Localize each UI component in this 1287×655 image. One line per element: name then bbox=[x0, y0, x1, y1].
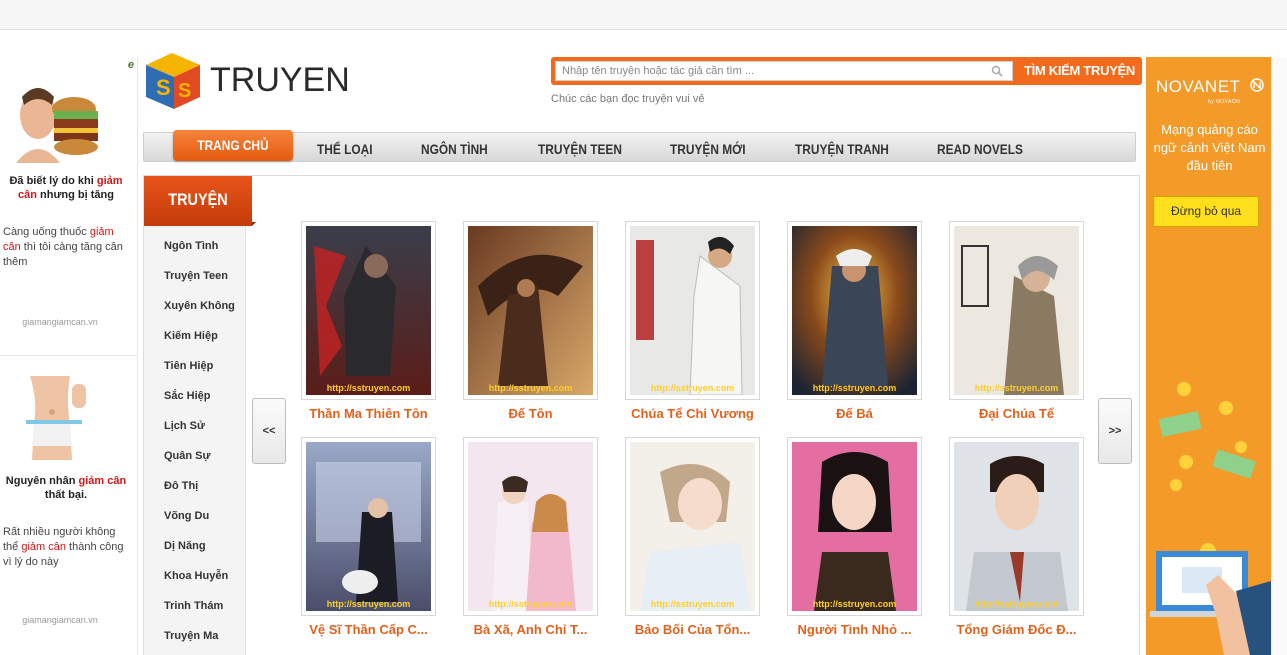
ad-illustration bbox=[1150, 382, 1271, 655]
logo-mark-icon: S S bbox=[146, 53, 200, 109]
book-cover[interactable]: http://sstruyen.com bbox=[625, 437, 760, 616]
logo-text: TRUYEN bbox=[210, 61, 350, 99]
nav-item-truyen-tranh[interactable]: TRUYỆN TRANH bbox=[795, 133, 889, 163]
ad-thumbnail-eating[interactable] bbox=[12, 75, 100, 163]
ad-source[interactable]: giamangiamcan.vn bbox=[0, 615, 120, 625]
category-list: Ngôn Tình Truyện Teen Xuyên Không Kiếm H… bbox=[144, 226, 246, 655]
category-truyen-ma[interactable]: Truyện Ma bbox=[164, 630, 218, 642]
search-input[interactable]: Nhập tên truyện hoặc tác giả cần tìm ... bbox=[555, 61, 1013, 81]
category-ngon-tinh[interactable]: Ngôn Tình bbox=[164, 240, 218, 252]
nav-item-trang-chu[interactable]: TRANG CHỦ bbox=[173, 130, 293, 161]
category-kiem-hiep[interactable]: Kiếm Hiệp bbox=[164, 330, 218, 342]
category-tien-hiep[interactable]: Tiên Hiệp bbox=[164, 360, 213, 372]
ad-brand-icon bbox=[1250, 78, 1264, 92]
category-trinh-tham[interactable]: Trinh Thám bbox=[164, 600, 223, 612]
ad-thumbnail-waist[interactable] bbox=[12, 372, 100, 460]
book-title[interactable]: Thần Ma Thiên Tôn bbox=[287, 406, 450, 421]
book-cover[interactable]: http://sstruyen.com bbox=[787, 221, 922, 400]
book-cover[interactable]: http://sstruyen.com bbox=[949, 221, 1084, 400]
book-title[interactable]: Bảo Bối Của Tổn... bbox=[611, 622, 774, 637]
ad-title[interactable]: Đã biết lý do khi giảm cân nhưng bị tăng bbox=[4, 174, 128, 202]
nav-item-read-novels[interactable]: READ NOVELS bbox=[937, 133, 1023, 163]
left-ad-banner[interactable]: e Đã biết lý do khi giảm cân nhưng bị tă… bbox=[0, 57, 138, 655]
right-ad-banner[interactable]: NOVANET by NOVAON Mạng quảng cáo ngữ cảnh… bbox=[1146, 57, 1271, 655]
book-cover[interactable]: http://sstruyen.com bbox=[301, 221, 436, 400]
category-sac-hiep[interactable]: Sắc Hiệp bbox=[164, 390, 210, 402]
ad-description[interactable]: Rất nhiều người không thể giảm cân thành… bbox=[3, 525, 131, 570]
search-bar: Nhập tên truyện hoặc tác giả cần tìm ...… bbox=[551, 57, 1142, 85]
category-vong-du[interactable]: Võng Du bbox=[164, 510, 209, 522]
svg-text:S: S bbox=[178, 80, 191, 102]
search-icon[interactable] bbox=[991, 65, 1003, 77]
book-title[interactable]: Vệ Sĩ Thần Cấp C... bbox=[287, 622, 450, 637]
adchoices-icon[interactable]: e bbox=[128, 59, 134, 71]
ad-divider bbox=[0, 355, 137, 356]
ad-cta-button[interactable]: Đừng bỏ qua bbox=[1153, 196, 1259, 227]
nav-item-truyen-moi[interactable]: TRUYỆN MỚI bbox=[670, 133, 746, 163]
category-khoa-huyen[interactable]: Khoa Huyễn bbox=[164, 570, 228, 582]
ad-description[interactable]: Càng uống thuốc giảm cân thì tôi càng tă… bbox=[3, 225, 131, 270]
slogan-text: Chúc các bạn đọc truyện vui vẻ bbox=[551, 93, 705, 105]
main-nav: TRANG CHỦ THỂ LOẠI NGÔN TÌNH TRUYỆN TEEN… bbox=[143, 130, 1136, 163]
nav-item-truyen-teen[interactable]: TRUYỆN TEEN bbox=[538, 133, 622, 163]
category-quan-su[interactable]: Quân Sự bbox=[164, 450, 210, 462]
book-cover[interactable]: http://sstruyen.com bbox=[949, 437, 1084, 616]
book-title[interactable]: Đại Chúa Tể bbox=[935, 406, 1098, 421]
book-cover[interactable]: http://sstruyen.com bbox=[301, 437, 436, 616]
ad-tagline: Mạng quảng cáo ngữ cảnh Việt Nam đầu tiê… bbox=[1153, 122, 1266, 173]
carousel-next-button[interactable]: >> bbox=[1098, 398, 1132, 464]
book-title[interactable]: Tổng Giám Đốc Đ... bbox=[935, 622, 1098, 637]
site-logo[interactable]: S S TRUYEN bbox=[142, 47, 350, 113]
nav-item-the-loai[interactable]: THỂ LOẠI bbox=[317, 133, 373, 163]
category-xuyen-khong[interactable]: Xuyên Không bbox=[164, 300, 235, 312]
svg-text:S: S bbox=[156, 75, 171, 100]
book-title[interactable]: Chúa Tể Chi Vương bbox=[611, 406, 774, 421]
book-cover[interactable]: http://sstruyen.com bbox=[463, 437, 598, 616]
book-title[interactable]: Bà Xã, Anh Chỉ T... bbox=[449, 622, 612, 637]
ad-brand: NOVANET by NOVAON bbox=[1156, 77, 1241, 105]
category-truyen-teen[interactable]: Truyện Teen bbox=[164, 270, 228, 282]
category-lich-su[interactable]: Lịch Sử bbox=[164, 420, 205, 432]
ad-title[interactable]: Nguyên nhân giảm cân thất bại. bbox=[4, 474, 128, 502]
category-di-nang[interactable]: Dị Năng bbox=[164, 540, 206, 552]
book-cover[interactable]: http://sstruyen.com bbox=[463, 221, 598, 400]
carousel-prev-button[interactable]: << bbox=[252, 398, 286, 464]
nav-item-ngon-tinh[interactable]: NGÔN TÌNH bbox=[421, 133, 488, 163]
book-title[interactable]: Người Tình Nhỏ ... bbox=[773, 622, 936, 637]
book-title[interactable]: Đế Tôn bbox=[449, 406, 612, 421]
book-cover[interactable]: http://sstruyen.com bbox=[787, 437, 922, 616]
ad-source[interactable]: giamangiamcan.vn bbox=[0, 317, 120, 327]
right-edge-strip bbox=[1271, 57, 1287, 655]
search-button[interactable]: TÌM KIẾM TRUYỆN bbox=[1017, 57, 1142, 85]
book-title[interactable]: Đế Bá bbox=[773, 406, 936, 421]
sidebar-header: TRUYỆN TOP bbox=[144, 176, 256, 257]
book-cover[interactable]: http://sstruyen.com bbox=[625, 221, 760, 400]
browser-top-strip bbox=[0, 0, 1287, 30]
category-do-thi[interactable]: Đô Thị bbox=[164, 480, 198, 492]
